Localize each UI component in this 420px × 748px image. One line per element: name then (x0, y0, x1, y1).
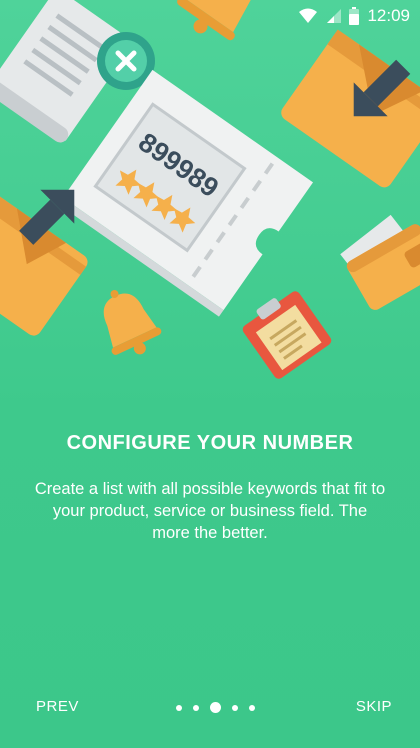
page-dot[interactable] (232, 704, 238, 711)
page-dot-active[interactable] (210, 702, 221, 713)
onboarding-navigation: PREV SKIP (0, 690, 420, 726)
page-dot[interactable] (249, 704, 255, 711)
skip-button[interactable]: SKIP (356, 698, 392, 715)
prev-button[interactable]: PREV (36, 698, 79, 715)
bell-icon (103, 289, 162, 355)
onboarding-illustration: 899989 (0, 0, 420, 379)
ticket-card: 899989 (58, 69, 314, 317)
page-description: Create a list with all possible keywords… (34, 480, 386, 542)
page-dot[interactable] (176, 704, 182, 711)
wallet-icon (340, 214, 420, 310)
page-dot[interactable] (193, 704, 199, 711)
page-indicator (176, 702, 255, 713)
clipboard-icon (242, 291, 332, 379)
folder-icon (281, 29, 420, 188)
bell-top-icon (177, 0, 256, 41)
page-title: CONFIGURE YOUR NUMBER (66, 432, 354, 454)
